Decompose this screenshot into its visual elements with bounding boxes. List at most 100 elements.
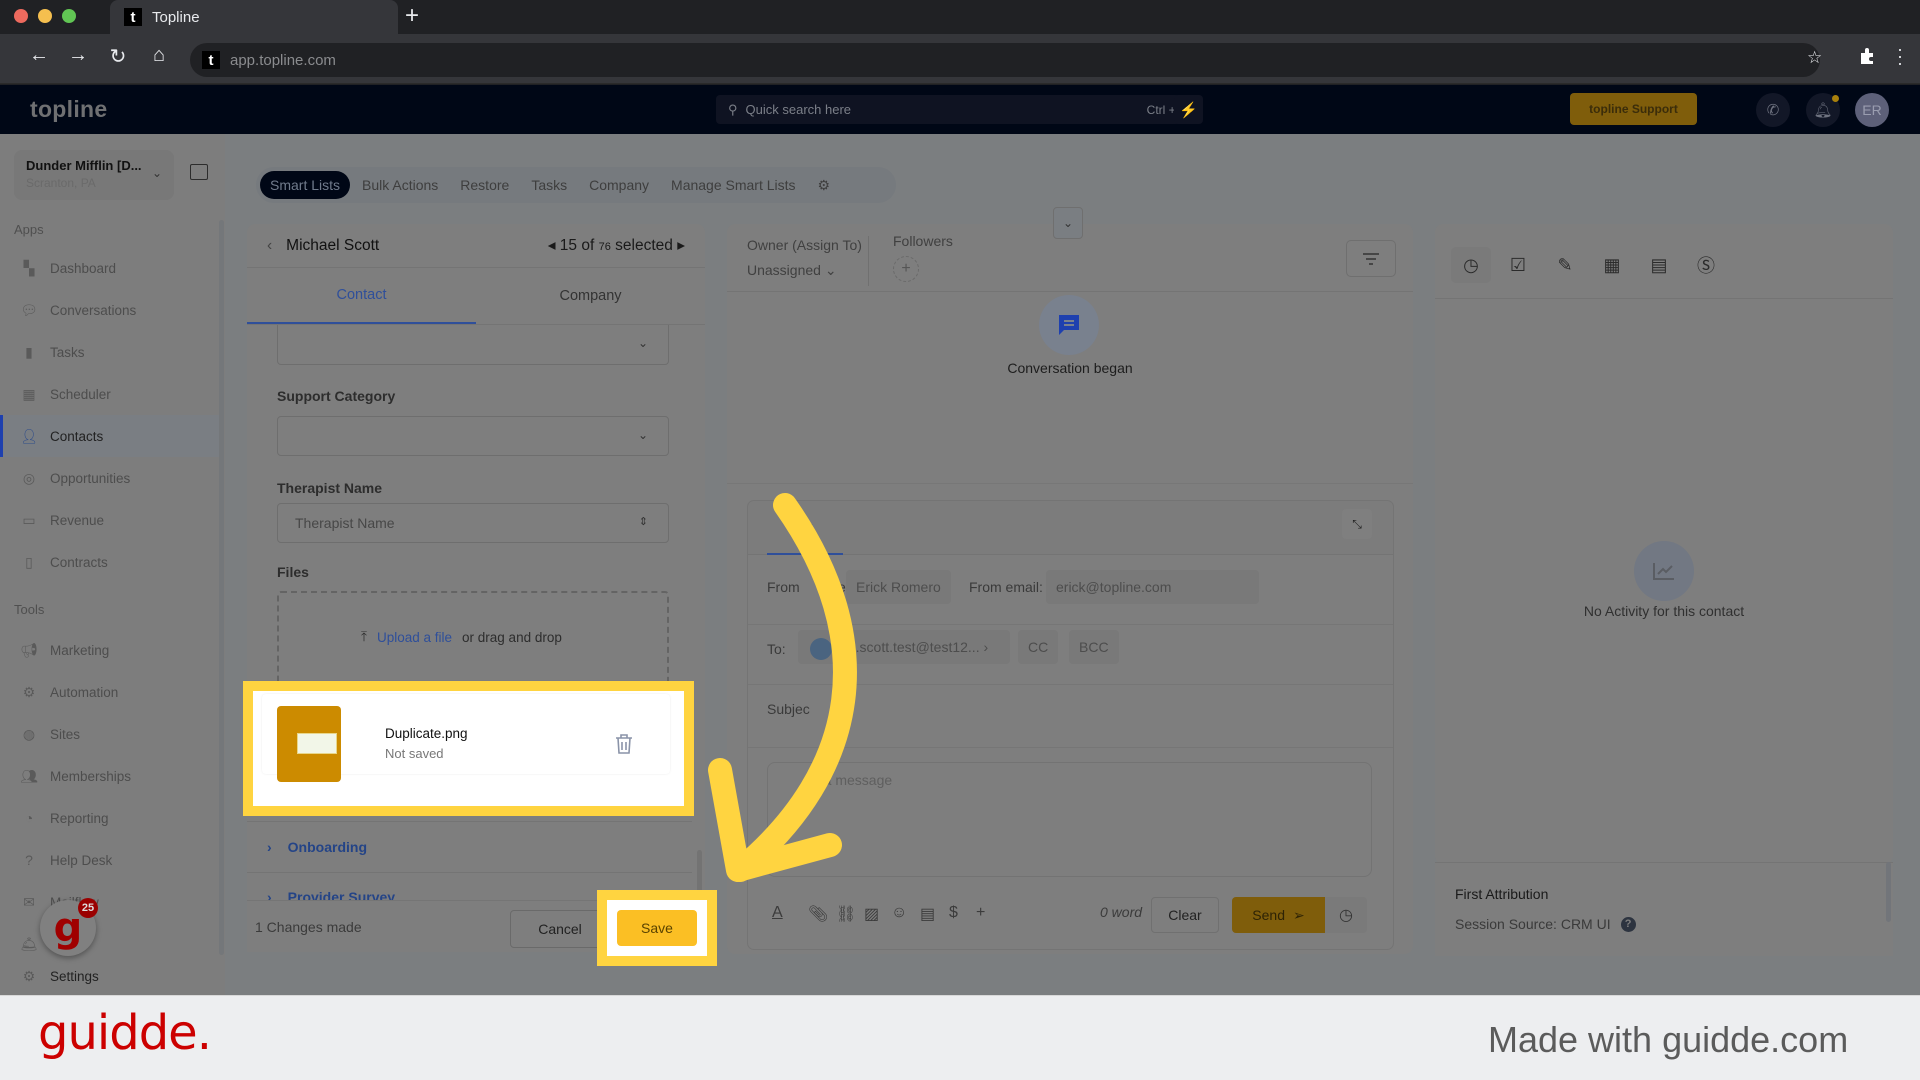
attachment-icon[interactable]: 📎︎ — [808, 904, 828, 924]
section-onboarding[interactable]: › Onboarding — [247, 821, 692, 871]
sidebar-item-marketing[interactable]: 📢︎ Marketing — [0, 629, 219, 671]
subject-label: Subjec — [767, 701, 810, 717]
clear-button[interactable]: Clear — [1151, 897, 1219, 933]
tab-tasks[interactable]: Tasks — [521, 171, 577, 199]
tab-company[interactable]: Company — [476, 268, 705, 324]
collapse-chevron-button[interactable]: ⌄ — [1053, 207, 1083, 239]
support-category-select[interactable]: ⌄ — [277, 416, 669, 456]
sidebar-item-automation[interactable]: ⚙ Automation — [0, 671, 219, 713]
quick-search-input[interactable]: ⚲ Quick search here Ctrl + K — [716, 95, 1199, 124]
user-avatar[interactable]: ER — [1855, 93, 1889, 127]
sidebar-item-conversations[interactable]: 💬︎ Conversations — [0, 289, 219, 331]
target-icon: ◎ — [22, 469, 36, 486]
sidebar-item-help-desk[interactable]: ? Help Desk — [0, 839, 219, 881]
trash-icon[interactable] — [614, 733, 634, 755]
back-arrow-icon[interactable]: ← — [24, 44, 54, 67]
new-tab-button[interactable]: + — [405, 2, 419, 30]
schedule-send-icon[interactable]: ◷ — [1325, 897, 1367, 933]
minimize-composer-icon[interactable]: ⤡ — [1342, 509, 1372, 539]
sidebar-item-tasks[interactable]: ▮ Tasks — [0, 331, 219, 373]
file-dropzone[interactable]: ⤒ Upload a file or drag and drop — [277, 591, 669, 691]
tab-company[interactable]: Company — [579, 171, 659, 199]
subject-row[interactable] — [748, 685, 1393, 748]
tab-bulk-actions[interactable]: Bulk Actions — [352, 171, 448, 199]
template-document-icon[interactable]: ▤ — [920, 904, 935, 924]
prev-record-icon[interactable]: ◂ — [548, 237, 556, 254]
contact-header: ‹ Michael Scott ◂ 15 of 76 selected ▸ — [247, 224, 705, 268]
phone-icon[interactable]: ✆ — [1756, 93, 1790, 127]
appointment-calendar-icon[interactable]: ▦ — [1592, 247, 1632, 283]
therapist-name-select[interactable]: Therapist Name ⇕ — [277, 503, 669, 543]
sidebar-item-contacts[interactable]: 👤︎ Contacts — [0, 415, 219, 457]
search-placeholder: Quick search here — [745, 102, 852, 117]
extensions-puzzle-icon[interactable] — [1858, 46, 1878, 66]
dollar-icon[interactable]: $ — [949, 904, 958, 922]
next-record-icon[interactable]: ▸ — [677, 237, 685, 254]
owner-select[interactable]: Unassigned ⌄ — [747, 262, 837, 279]
topline-logo[interactable]: topline — [30, 96, 107, 123]
smart-list-settings-icon[interactable]: ⚙ — [808, 171, 841, 200]
help-question-icon[interactable]: ? — [1620, 916, 1636, 932]
sidebar-collapse-icon[interactable] — [190, 164, 208, 180]
sidebar-item-dashboard[interactable]: ▚ Dashboard — [0, 247, 219, 289]
emoji-icon[interactable]: ☺ — [891, 904, 907, 922]
tab-smart-lists[interactable]: Smart Lists — [260, 171, 351, 199]
cc-button[interactable]: CC — [1018, 630, 1059, 664]
from-email-field[interactable]: erick@topline.com — [1046, 570, 1259, 604]
home-icon[interactable]: ⌂ — [144, 44, 174, 67]
browser-tab[interactable]: t Topline — [110, 0, 398, 34]
tab-restore[interactable]: Restore — [450, 171, 519, 199]
task-check-icon[interactable]: ☑ — [1498, 247, 1538, 283]
activity-clock-icon[interactable]: ◷ — [1451, 247, 1491, 283]
topline-support-button[interactable]: topline Support — [1570, 93, 1697, 125]
sidebar-scrollbar[interactable] — [219, 220, 224, 955]
conversation-began-text: Conversation began — [1007, 360, 1133, 376]
send-label: Send — [1252, 907, 1285, 923]
upload-file-link[interactable]: Upload a file — [377, 630, 452, 645]
from-name-field[interactable]: Erick Romero — [846, 570, 951, 604]
file-thumbnail-image — [297, 733, 337, 754]
window-close-button[interactable] — [14, 9, 28, 23]
image-icon[interactable]: ▨ — [864, 904, 879, 924]
bookmark-star-icon[interactable]: ☆ — [1807, 48, 1822, 68]
sidebar-item-label: Marketing — [50, 642, 110, 658]
quick-actions-bolt-icon[interactable]: ⚡ — [1174, 95, 1203, 124]
sidebar-item-memberships[interactable]: 👥︎ Memberships — [0, 755, 219, 797]
plus-icon[interactable]: + — [976, 904, 985, 922]
custom-field-select[interactable]: ⌄ — [277, 325, 669, 365]
window-minimize-button[interactable] — [38, 9, 52, 23]
back-chevron-icon[interactable]: ‹ — [267, 237, 272, 255]
document-icon[interactable]: ▤ — [1639, 247, 1679, 283]
tab-contact[interactable]: Contact — [247, 268, 476, 324]
forward-arrow-icon[interactable]: → — [63, 44, 93, 67]
tab-email[interactable]: ail — [767, 515, 843, 555]
sidebar-item-revenue[interactable]: ▭ Revenue — [0, 499, 219, 541]
sidebar-item-contracts[interactable]: ▯ Contracts — [0, 541, 219, 583]
window-maximize-button[interactable] — [62, 9, 76, 23]
sidebar-item-mailflow[interactable]: ✉Mailflow — [0, 881, 219, 923]
note-pen-icon[interactable]: ✎ — [1545, 247, 1585, 283]
link-icon[interactable]: ⛓ — [836, 904, 856, 924]
attribution-scrollbar[interactable] — [1886, 862, 1891, 922]
location-switcher[interactable]: Dunder Mifflin [D... Scranton, PA ⌄ — [14, 150, 174, 200]
address-bar[interactable]: t app.topline.com — [190, 43, 1820, 77]
reload-icon[interactable]: ↻ — [103, 44, 133, 69]
megaphone-icon: 📢︎ — [20, 641, 38, 658]
sidebar-item-sites[interactable]: ◍ Sites — [0, 713, 219, 755]
bcc-button[interactable]: BCC — [1069, 630, 1119, 664]
sidebar-item-opportunities[interactable]: ◎ Opportunities — [0, 457, 219, 499]
sidebar-item-scheduler[interactable]: ▦ Scheduler — [0, 373, 219, 415]
cancel-button[interactable]: Cancel — [510, 910, 610, 948]
browser-menu-icon[interactable]: · · · — [1897, 40, 1903, 72]
filter-button[interactable] — [1346, 240, 1396, 277]
payment-dollar-icon[interactable]: Ⓢ — [1686, 247, 1726, 283]
text-format-icon[interactable]: A — [772, 904, 783, 922]
sidebar-item-settings[interactable]: ⚙ Settings — [0, 955, 219, 997]
divider — [727, 483, 1413, 484]
send-button[interactable]: Send ➢ — [1232, 897, 1325, 933]
add-follower-button[interactable]: + — [893, 256, 919, 282]
sidebar-item-label: Memberships — [50, 768, 132, 784]
save-button[interactable]: Save — [617, 910, 697, 946]
tab-manage-smart-lists[interactable]: Manage Smart Lists — [661, 171, 806, 199]
sidebar-item-reporting[interactable]: ◔ Reporting — [0, 797, 219, 839]
